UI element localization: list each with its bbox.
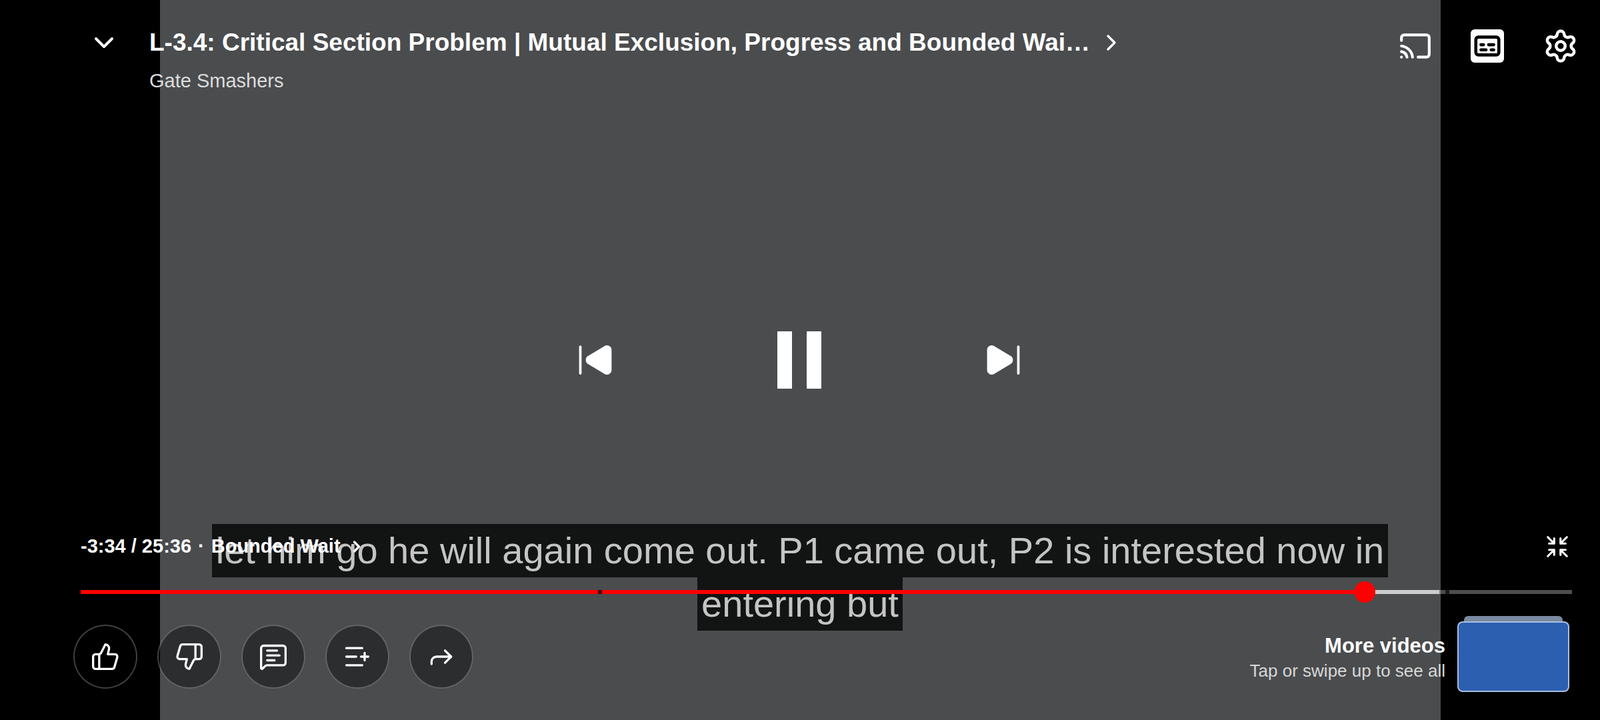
save-icon bbox=[342, 642, 372, 672]
pause-icon[interactable] bbox=[772, 330, 826, 390]
time-display: -3:34 / 25:36 bbox=[80, 532, 192, 562]
like-button[interactable] bbox=[73, 624, 138, 689]
more-videos-title[interactable]: More videos bbox=[1324, 632, 1446, 660]
comments-button[interactable] bbox=[241, 624, 306, 689]
like-icon bbox=[90, 642, 120, 672]
dislike-icon bbox=[174, 642, 204, 672]
video-player-screen: L-3.4: Critical Section Problem | Mutual… bbox=[0, 0, 1600, 720]
progress-bar[interactable] bbox=[80, 590, 1572, 594]
minimize-icon[interactable] bbox=[84, 22, 124, 63]
comments-icon bbox=[258, 642, 288, 672]
played-fill bbox=[80, 590, 1365, 594]
settings-icon[interactable] bbox=[1542, 28, 1579, 64]
more-videos-thumbnail[interactable] bbox=[1457, 616, 1570, 692]
channel-name[interactable]: Gate Smashers bbox=[149, 68, 1125, 94]
share-icon bbox=[426, 642, 456, 672]
more-videos-hint: Tap or swipe up to see all bbox=[1250, 659, 1446, 682]
save-button[interactable] bbox=[325, 624, 390, 689]
dislike-button[interactable] bbox=[157, 624, 222, 689]
time-separator: · bbox=[198, 532, 205, 562]
exit-fullscreen-icon[interactable] bbox=[1544, 534, 1570, 560]
share-button[interactable] bbox=[409, 624, 474, 689]
next-icon[interactable] bbox=[983, 340, 1024, 380]
cast-icon[interactable] bbox=[1398, 29, 1432, 63]
captions-icon[interactable] bbox=[1470, 29, 1504, 63]
chapter-chevron-icon[interactable] bbox=[347, 537, 366, 556]
chapter-title[interactable]: Bounded Wait bbox=[211, 532, 341, 562]
previous-icon[interactable] bbox=[575, 340, 616, 380]
caption-line: entering but bbox=[697, 577, 903, 631]
caption-line: let him go he will again come out. P1 ca… bbox=[212, 524, 1389, 578]
scrubber-handle[interactable] bbox=[1354, 581, 1376, 603]
title-chevron-icon[interactable] bbox=[1098, 29, 1125, 56]
video-title[interactable]: L-3.4: Critical Section Problem | Mutual… bbox=[149, 22, 1090, 63]
